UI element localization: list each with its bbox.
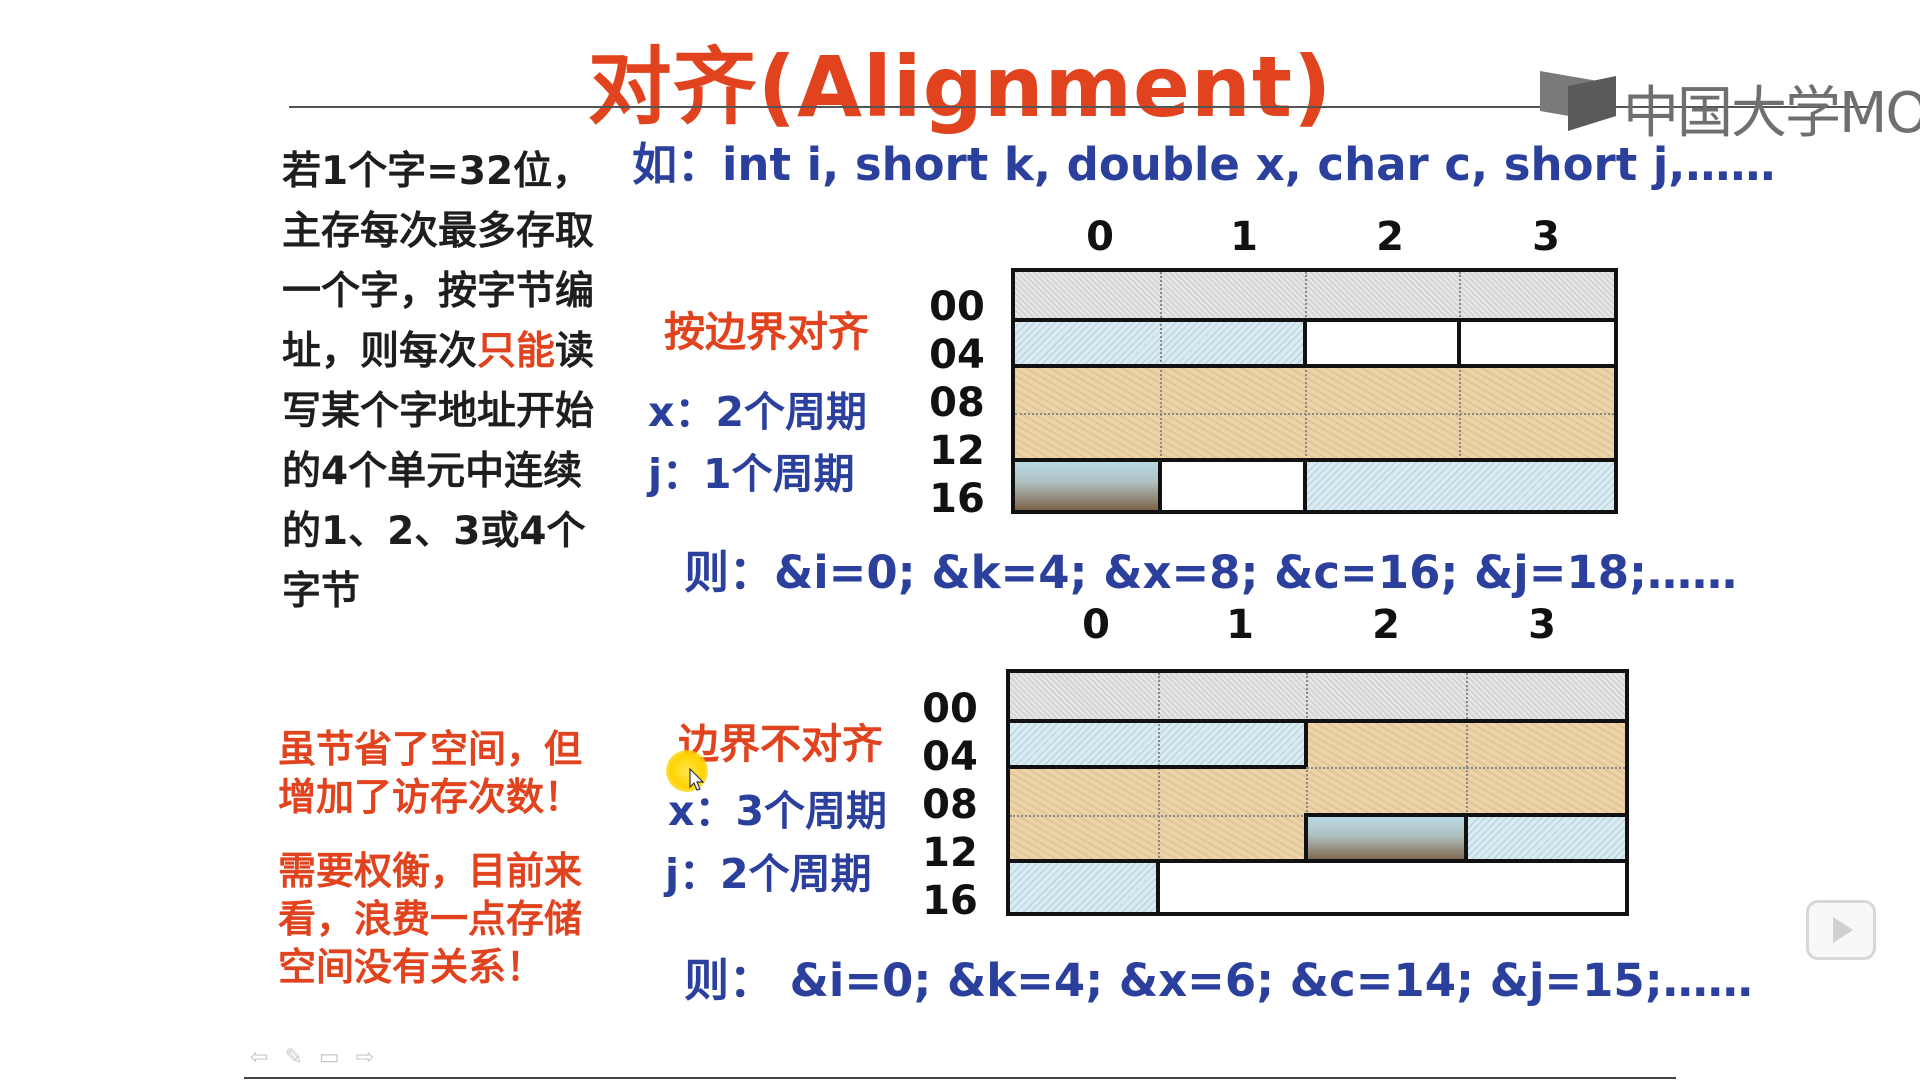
aligned-row-border-3 (1015, 458, 1614, 462)
cursor-icon (689, 768, 705, 791)
unaligned-col-1: 1 (1226, 602, 1254, 648)
aligned-addr-16: 16 (929, 476, 985, 522)
tradeoff-note-2: 需要权衡，目前来看，浪费一点存储空间没有关系！ (278, 849, 583, 989)
aligned-dotted-v2 (1305, 272, 1307, 320)
unaligned-col-border-2 (1304, 813, 1308, 861)
unaligned-memory-grid (1006, 669, 1629, 916)
aligned-cell-c (1015, 460, 1160, 510)
unaligned-cell-j-part1 (1466, 815, 1625, 861)
mooc-logo: 中国大学MOOC (1538, 66, 1920, 146)
aligned-dotted-v3 (1459, 272, 1461, 320)
tradeoff-note-1: 虽节省了空间，但增加了访存次数！ (278, 727, 583, 819)
unaligned-col-border-3 (1464, 813, 1468, 861)
unaligned-cell-j-part2 (1010, 861, 1158, 912)
unaligned-cell-i (1010, 673, 1625, 721)
unaligned-addr-00: 00 (922, 686, 978, 732)
unaligned-row-border-4 (1010, 859, 1625, 863)
aligned-col-0: 0 (1086, 214, 1114, 260)
aligned-row-border-1 (1015, 318, 1614, 322)
aligned-addr-08: 08 (929, 380, 985, 426)
unaligned-col-border-4 (1156, 859, 1160, 912)
aligned-col-2: 2 (1376, 214, 1404, 260)
menu-icon[interactable]: ▭ (319, 1045, 356, 1070)
play-button[interactable] (1806, 900, 1876, 960)
left-description: 若1个字=32位，主存每次最多存取一个字，按字节编址，则每次只能读写某个字地址开… (282, 142, 612, 622)
unaligned-addr-04: 04 (922, 734, 978, 780)
unaligned-dotted-v4 (1306, 767, 1308, 815)
aligned-cell-j (1305, 460, 1614, 510)
play-icon (1833, 917, 1853, 943)
example-declaration: 如：int i, short k, double x, char c, shor… (632, 138, 1776, 191)
unaligned-j-cycles: j：2个周期 (665, 850, 872, 898)
forward-arrow-icon[interactable]: ⇨ (356, 1045, 390, 1070)
aligned-col-border-2 (1457, 318, 1461, 366)
back-arrow-icon[interactable]: ⇦ (250, 1045, 284, 1070)
aligned-col-border-4 (1303, 458, 1307, 510)
aligned-j-cycles: j：1个周期 (648, 450, 855, 498)
aligned-col-3: 3 (1532, 214, 1560, 260)
unaligned-addr-16: 16 (922, 878, 978, 924)
unaligned-row-border-1 (1010, 719, 1625, 723)
mooc-logo-icon (1540, 71, 1616, 131)
unaligned-col-3: 3 (1528, 602, 1556, 648)
unaligned-row-border-2 (1010, 765, 1306, 769)
aligned-memory-grid (1011, 268, 1618, 514)
aligned-col-border-3 (1158, 458, 1162, 510)
unaligned-cell-c (1306, 815, 1466, 861)
desc-highlight: 只能 (477, 329, 556, 374)
slide-nav: ⇦✎▭⇨ (250, 1045, 390, 1070)
unaligned-addr-08: 08 (922, 782, 978, 828)
aligned-cell-pad-16 (1160, 460, 1305, 510)
aligned-row-border-2 (1015, 364, 1614, 368)
unaligned-col-2: 2 (1372, 602, 1400, 648)
unaligned-heading: 边界不对齐 (678, 720, 883, 768)
aligned-col-1: 1 (1230, 214, 1258, 260)
unaligned-cell-empty (1158, 861, 1625, 912)
aligned-result: 则：&i=0; &k=4; &x=8; &c=16; &j=18;…… (684, 546, 1738, 599)
unaligned-dotted-h2 (1010, 815, 1306, 817)
aligned-heading: 按边界对齐 (664, 308, 869, 356)
unaligned-addr-12: 12 (922, 830, 978, 876)
bottom-divider (244, 1077, 1676, 1079)
unaligned-result: 则： &i=0; &k=4; &x=6; &c=14; &j=15;…… (684, 954, 1753, 1007)
aligned-addr-00: 00 (929, 284, 985, 330)
aligned-col-border-1 (1303, 318, 1307, 366)
unaligned-dotted-v2 (1306, 673, 1308, 721)
unaligned-col-0: 0 (1082, 602, 1110, 648)
pen-icon[interactable]: ✎ (284, 1045, 318, 1070)
aligned-addr-04: 04 (929, 332, 985, 378)
aligned-cell-i (1015, 272, 1614, 320)
unaligned-cell-x-part2 (1010, 767, 1625, 815)
unaligned-dotted-v5 (1466, 767, 1468, 815)
aligned-x-cycles: x：2个周期 (648, 388, 867, 436)
aligned-addr-12: 12 (929, 428, 985, 474)
aligned-dotted-h1 (1015, 413, 1614, 415)
unaligned-col-border-1 (1304, 719, 1308, 767)
